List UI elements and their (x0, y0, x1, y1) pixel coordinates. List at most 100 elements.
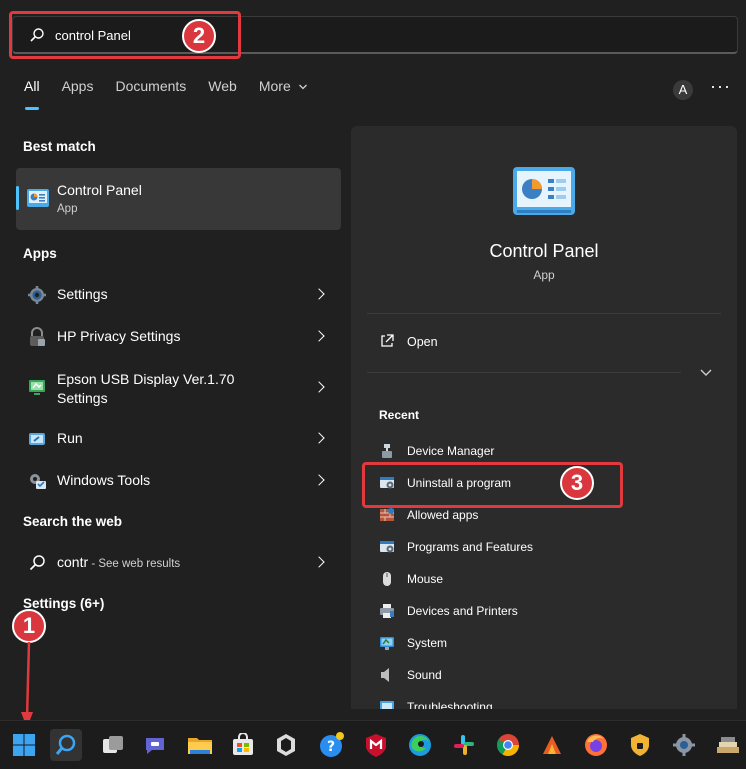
recent-item-label: Mouse (407, 572, 444, 586)
tab-all[interactable]: All (24, 78, 40, 110)
settings-heading: Settings (6+) (23, 596, 105, 611)
recent-item-label: System (407, 636, 448, 650)
recent-item-programs-features[interactable]: Programs and Features (379, 536, 709, 560)
run-icon (29, 433, 45, 445)
app-result-label: HP Privacy Settings (57, 328, 181, 344)
app-result-hp-privacy-settings[interactable]: HP Privacy Settings (16, 316, 341, 356)
filter-tabs: All Apps Documents Web More (24, 78, 308, 110)
annotation-badge-1: 1 (12, 609, 46, 643)
chevron-right-icon[interactable] (313, 330, 325, 342)
annotation-badge-3: 3 (560, 466, 594, 500)
taskbar: ? (0, 720, 746, 769)
app-result-run[interactable]: Run (16, 418, 341, 458)
tab-more[interactable]: More (259, 78, 308, 104)
gear-icon (28, 286, 46, 304)
recent-item-label: Sound (407, 668, 442, 682)
recent-item-devices-printers[interactable]: Devices and Printers (379, 600, 709, 624)
recent-item-device-manager[interactable]: Device Manager (379, 440, 709, 464)
vpn-icon[interactable] (624, 729, 656, 761)
app-icon[interactable] (536, 729, 568, 761)
firewall-icon (380, 508, 394, 521)
chevron-down-icon[interactable] (699, 368, 713, 378)
best-match-subtitle: App (57, 203, 78, 215)
app-result-windows-tools[interactable]: Windows Tools (16, 460, 341, 500)
avatar[interactable]: A (673, 80, 693, 100)
chevron-right-icon[interactable] (313, 381, 325, 393)
chrome-icon[interactable] (492, 729, 524, 761)
svg-text:?: ? (327, 739, 335, 755)
divider (367, 313, 721, 314)
firefox-icon[interactable] (580, 729, 612, 761)
web-search-result[interactable]: contr - See web results (16, 542, 341, 582)
windows-start-icon[interactable] (8, 729, 40, 761)
teams-chat-icon[interactable] (139, 729, 171, 761)
settings-icon[interactable] (668, 729, 700, 761)
recent-item-label: Device Manager (407, 444, 495, 458)
stack-icon[interactable] (712, 729, 744, 761)
recent-item-system[interactable]: System (379, 632, 709, 656)
chevron-right-icon[interactable] (313, 556, 325, 568)
web-search-label: contr - See web results (57, 552, 180, 574)
chevron-right-icon[interactable] (313, 474, 325, 486)
app-result-label: Epson USB Display Ver.1.70 (57, 371, 235, 387)
control-panel-icon (27, 189, 49, 207)
recent-item-sound[interactable]: Sound (379, 664, 709, 688)
task-view-icon[interactable] (97, 729, 129, 761)
open-external-icon (381, 334, 394, 347)
chevron-down-icon (298, 84, 307, 90)
search-icon[interactable] (50, 729, 82, 761)
preview-title: Control Panel (489, 241, 599, 261)
device-manager-icon (382, 444, 392, 458)
control-panel-icon (513, 167, 575, 215)
app-result-label: Settings (57, 286, 108, 302)
preview-subtitle: App (533, 268, 555, 282)
app-result-settings[interactable]: Settings (16, 274, 341, 314)
open-label: Open (407, 335, 438, 349)
sound-icon (381, 668, 389, 682)
troubleshoot-icon (380, 701, 394, 709)
annotation-badge-2: 2 (182, 19, 216, 53)
edge-icon[interactable] (404, 729, 436, 761)
system-icon (380, 637, 394, 650)
file-explorer-icon[interactable] (184, 729, 216, 761)
tab-apps[interactable]: Apps (62, 78, 94, 104)
recent-item-label: Programs and Features (407, 540, 534, 554)
best-match-control-panel[interactable]: Control Panel App (16, 168, 341, 230)
app-result-epson-usb-display[interactable]: Epson USB Display Ver.1.70 Settings (16, 366, 341, 410)
lock-icon (30, 327, 45, 346)
tab-more-label: More (258, 78, 291, 94)
recent-item-label: Allowed apps (407, 508, 479, 522)
mouse-icon (383, 572, 391, 586)
slack-icon[interactable] (448, 729, 480, 761)
store-icon[interactable] (227, 729, 259, 761)
selection-indicator (16, 186, 19, 210)
mcafee-icon[interactable] (360, 729, 392, 761)
recent-heading: Recent (379, 408, 420, 422)
search-icon (29, 555, 45, 571)
divider (367, 372, 681, 373)
search-web-heading: Search the web (23, 514, 123, 529)
apps-heading: Apps (23, 246, 57, 261)
best-match-title: Control Panel (57, 182, 142, 198)
chevron-right-icon[interactable] (313, 288, 325, 300)
recent-item-mouse[interactable]: Mouse (379, 568, 709, 592)
app-result-label-line2: Settings (57, 390, 108, 406)
recent-item-label: Troubleshooting (407, 700, 493, 709)
tab-web[interactable]: Web (208, 78, 237, 104)
best-match-heading: Best match (23, 139, 96, 154)
web-search-suffix: - See web results (88, 558, 181, 570)
recent-item-label: Devices and Printers (407, 604, 518, 618)
preview-pane: Control Panel App Open Recent Device Man… (351, 126, 737, 709)
recent-item-troubleshooting[interactable]: Troubleshooting (379, 696, 709, 709)
hp-icon[interactable] (270, 729, 302, 761)
app-result-label: Windows Tools (57, 472, 151, 488)
annotation-arrow (21, 641, 33, 728)
tab-documents[interactable]: Documents (115, 78, 186, 104)
app-result-label: Run (57, 430, 83, 446)
web-search-query: contr (57, 554, 89, 570)
tools-icon (30, 474, 46, 489)
more-options-button[interactable]: ··· (710, 76, 731, 97)
chevron-right-icon[interactable] (313, 432, 325, 444)
help-icon[interactable]: ? (316, 729, 348, 761)
epson-display-icon (29, 380, 45, 395)
